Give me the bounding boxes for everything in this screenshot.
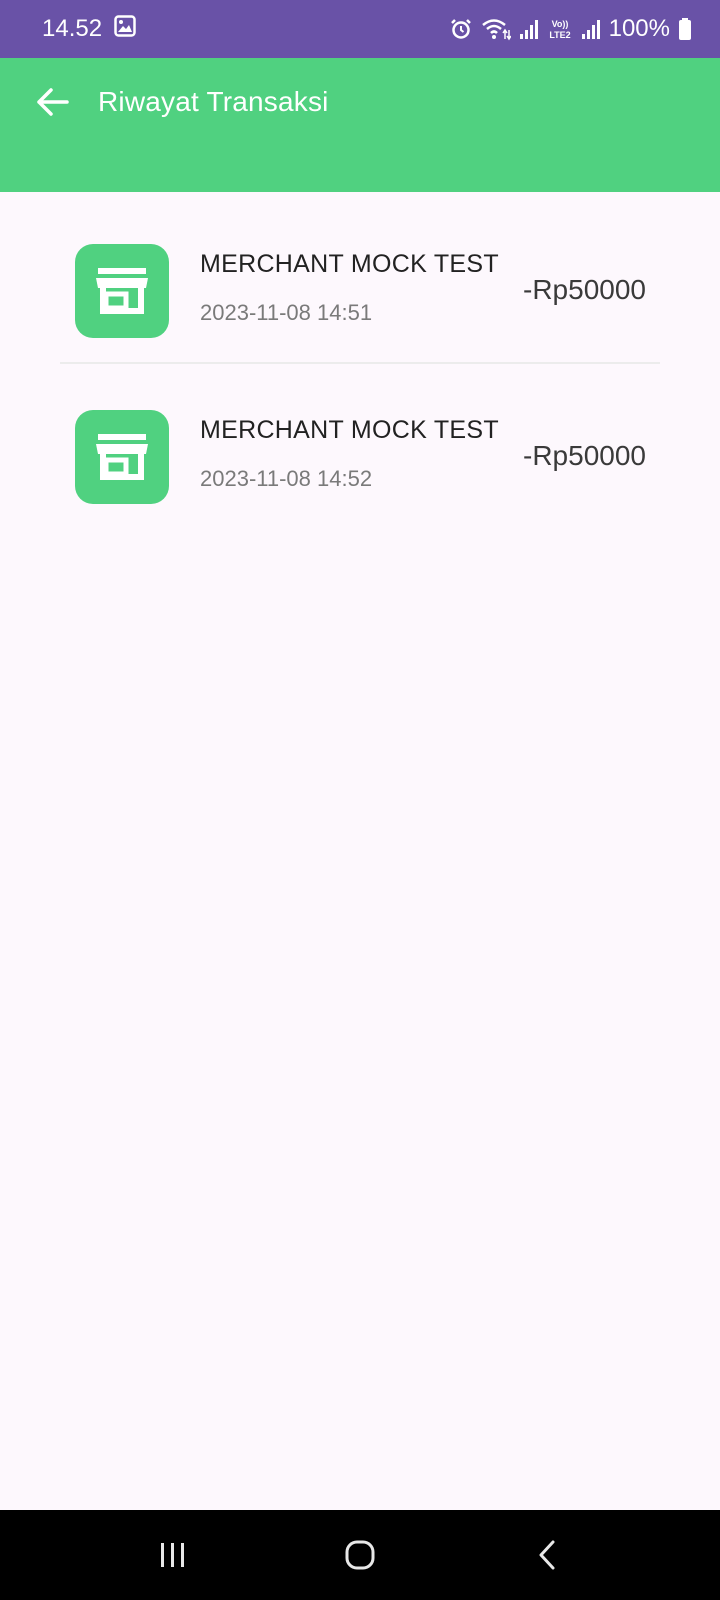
transaction-date: 2023-11-08 14:51 <box>200 300 373 325</box>
signal-icon <box>519 18 539 40</box>
transaction-item[interactable]: MERCHANT MOCK TEST 2023-11-08 14:52 -Rp5… <box>60 410 660 580</box>
battery-icon <box>678 17 692 41</box>
transaction-merchant-name: MERCHANT MOCK TEST <box>200 250 499 278</box>
wifi-icon <box>481 17 511 41</box>
battery-percent: 100% <box>608 15 670 42</box>
system-nav-bar <box>0 1510 720 1600</box>
recent-apps-button[interactable] <box>143 1525 203 1585</box>
home-icon <box>345 1540 375 1570</box>
screen: 14.52 Vo)) LTE2 100% Riwayat Transaksi M… <box>0 0 720 1600</box>
signal-icon <box>581 18 601 40</box>
recent-apps-icon <box>161 1543 185 1567</box>
app-bar: Riwayat Transaksi <box>0 58 720 192</box>
back-icon <box>539 1540 555 1570</box>
status-time: 14.52 <box>42 15 103 42</box>
store-icon <box>75 244 169 338</box>
list-divider <box>60 362 660 364</box>
gallery-icon <box>114 14 136 44</box>
home-button[interactable] <box>330 1525 390 1585</box>
arrow-left-icon <box>37 88 69 116</box>
svg-text:Vo)): Vo)) <box>551 19 568 29</box>
transaction-date: 2023-11-08 14:52 <box>200 466 373 491</box>
system-back-button[interactable] <box>517 1525 577 1585</box>
transaction-amount: -Rp50000 <box>523 274 646 305</box>
transaction-item[interactable]: MERCHANT MOCK TEST 2023-11-08 14:51 -Rp5… <box>60 244 660 362</box>
page-title: Riwayat Transaksi <box>98 86 329 117</box>
volte-lte2-icon: Vo)) LTE2 <box>547 17 573 41</box>
back-button[interactable] <box>30 80 74 124</box>
store-icon <box>75 410 169 504</box>
alarm-icon <box>449 17 473 41</box>
transaction-amount: -Rp50000 <box>523 440 646 471</box>
status-bar: 14.52 Vo)) LTE2 100% <box>0 0 720 58</box>
transaction-merchant-name: MERCHANT MOCK TEST <box>200 416 499 444</box>
svg-text:LTE2: LTE2 <box>549 30 570 40</box>
transaction-list: MERCHANT MOCK TEST 2023-11-08 14:51 -Rp5… <box>60 192 660 580</box>
